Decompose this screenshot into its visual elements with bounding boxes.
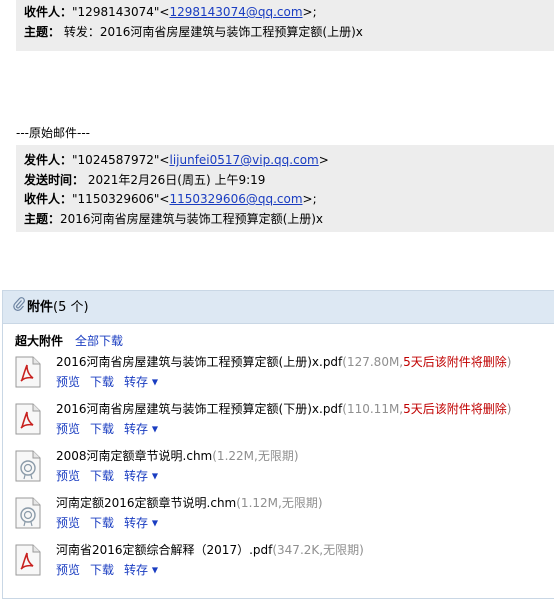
- attachment-filename[interactable]: 河南省2016定额综合解释（2017）.pdf: [56, 543, 272, 557]
- to-label: 收件人：: [24, 192, 73, 206]
- attachment-actions: 预览 下载 转存 ▼: [56, 514, 168, 533]
- preview-link[interactable]: 预览: [56, 516, 80, 530]
- preview-link[interactable]: 预览: [56, 422, 80, 436]
- attachment-size: (1.22M,无限期): [212, 449, 299, 463]
- attachment-item: 河南定额2016定额章节说明.chm(1.12M,无限期) 预览 下载 转存 ▼: [15, 494, 545, 538]
- to-name: "1298143074": [72, 5, 160, 19]
- attachment-meta: (127.80M,5天后该附件将删除): [342, 355, 512, 369]
- preview-link[interactable]: 预览: [56, 375, 80, 389]
- from-email-link[interactable]: lijunfei0517@vip.qq.com: [169, 153, 318, 167]
- download-link[interactable]: 下载: [90, 563, 114, 577]
- attachments-panel: 附件(5 个) 超大附件 全部下载 2016河南省房屋建筑与装饰工程预算定额(上册…: [2, 290, 554, 599]
- attachment-filename[interactable]: 2016河南省房屋建筑与装饰工程预算定额(上册)x.pdf: [56, 355, 342, 369]
- save-to-link[interactable]: 转存 ▼: [124, 516, 158, 530]
- attachment-expiry-warning: 5天后该附件将删除: [403, 402, 507, 416]
- caret-down-icon: ▼: [151, 565, 159, 575]
- sent-value: 2021年2月26日(周五) 上午9:19: [87, 172, 266, 187]
- attachment-actions: 预览 下载 转存 ▼: [56, 561, 168, 580]
- attachment-size: (347.2K,无限期): [272, 543, 364, 557]
- download-link[interactable]: 下载: [90, 469, 114, 483]
- attachment-size: (110.11M,: [342, 402, 404, 416]
- from-name: "1024587972": [72, 153, 160, 167]
- attachment-actions: 预览 下载 转存 ▼: [56, 420, 168, 439]
- download-link[interactable]: 下载: [90, 375, 114, 389]
- chm-icon[interactable]: [15, 450, 41, 482]
- to-name: "1150329606": [72, 192, 160, 206]
- original-from-row: 发件人："1024587972"<lijunfei0517@vip.qq.com…: [24, 153, 329, 167]
- pdf-icon[interactable]: [15, 403, 41, 435]
- attachment-meta: (1.22M,无限期): [212, 449, 298, 463]
- attachment-item: 2016河南省房屋建筑与装饰工程预算定额(上册)x.pdf(127.80M,5天…: [15, 353, 545, 397]
- sent-label: 发送时间：: [24, 172, 85, 187]
- caret-down-icon: ▼: [151, 471, 159, 481]
- to-email-link[interactable]: 1150329606@qq.com: [169, 192, 302, 206]
- original-mail-divider: ---原始邮件---: [16, 126, 90, 140]
- attachment-item: 2016河南省房屋建筑与装饰工程预算定额(下册)x.pdf(110.11M,5天…: [15, 400, 545, 444]
- to-email-link[interactable]: 1298143074@qq.com: [169, 5, 302, 19]
- original-subject-row: 主题：2016河南省房屋建筑与装饰工程预算定额(上册)x: [24, 210, 546, 230]
- attachment-item: 2008河南定额章节说明.chm(1.22M,无限期) 预览 下载 转存 ▼: [15, 447, 545, 491]
- attachments-title: 附件: [27, 300, 54, 315]
- large-attachments-label: 超大附件: [15, 334, 64, 348]
- large-attachments-bar: 超大附件 全部下载: [15, 332, 123, 350]
- download-link[interactable]: 下载: [90, 516, 114, 530]
- attachment-size: (1.12M,无限期): [236, 496, 323, 510]
- forward-header: 收件人："1298143074"<1298143074@qq.com>; 主题：…: [16, 0, 554, 51]
- pdf-icon[interactable]: [15, 356, 41, 388]
- original-header: 发件人："1024587972"<lijunfei0517@vip.qq.com…: [16, 145, 554, 232]
- caret-down-icon: ▼: [151, 424, 159, 434]
- chm-icon[interactable]: [15, 497, 41, 529]
- attachments-count: (5 个): [53, 300, 89, 315]
- attachment-meta: (110.11M,5天后该附件将删除): [342, 402, 512, 416]
- attachment-size: (127.80M,: [342, 355, 404, 369]
- attachment-filename[interactable]: 河南定额2016定额章节说明.chm: [56, 496, 236, 510]
- subject-text: 转发：2016河南省房屋建筑与装饰工程预算定额(上册)x: [63, 24, 363, 39]
- original-to-row: 收件人："1150329606"<1150329606@qq.com>;: [24, 192, 317, 206]
- save-to-link[interactable]: 转存 ▼: [124, 563, 158, 577]
- download-link[interactable]: 下载: [90, 422, 114, 436]
- from-label: 发件人：: [24, 153, 73, 167]
- save-to-link[interactable]: 转存 ▼: [124, 469, 158, 483]
- subject-text: 2016河南省房屋建筑与装饰工程预算定额(上册)x: [60, 211, 324, 226]
- pdf-icon[interactable]: [15, 544, 41, 576]
- download-all-link[interactable]: 全部下载: [75, 334, 123, 348]
- forward-subject-row: 主题： 转发：2016河南省房屋建筑与装饰工程预算定额(上册)x: [24, 23, 546, 43]
- paperclip-icon: [13, 291, 25, 324]
- original-sent-row: 发送时间： 2021年2月26日(周五) 上午9:19: [24, 171, 546, 191]
- attachment-filename[interactable]: 2008河南定额章节说明.chm: [56, 449, 212, 463]
- attachment-meta: (1.12M,无限期): [236, 496, 322, 510]
- subject-label: 主题：: [24, 211, 61, 226]
- attachment-expiry-warning: 5天后该附件将删除: [403, 355, 507, 369]
- caret-down-icon: ▼: [151, 518, 159, 528]
- attachment-meta: (347.2K,无限期): [272, 543, 363, 557]
- preview-link[interactable]: 预览: [56, 563, 80, 577]
- preview-link[interactable]: 预览: [56, 469, 80, 483]
- subject-label: 主题：: [24, 24, 61, 39]
- save-to-link[interactable]: 转存 ▼: [124, 422, 158, 436]
- save-to-link[interactable]: 转存 ▼: [124, 375, 158, 389]
- attachment-item: 河南省2016定额综合解释（2017）.pdf(347.2K,无限期) 预览 下载…: [15, 541, 545, 585]
- attachment-actions: 预览 下载 转存 ▼: [56, 373, 168, 392]
- attachments-header: 附件(5 个): [3, 291, 554, 324]
- caret-down-icon: ▼: [151, 377, 159, 387]
- forward-to-row: 收件人："1298143074"<1298143074@qq.com>;: [24, 5, 317, 19]
- to-label: 收件人：: [24, 5, 73, 19]
- attachment-actions: 预览 下载 转存 ▼: [56, 467, 168, 486]
- attachment-filename[interactable]: 2016河南省房屋建筑与装饰工程预算定额(下册)x.pdf: [56, 402, 342, 416]
